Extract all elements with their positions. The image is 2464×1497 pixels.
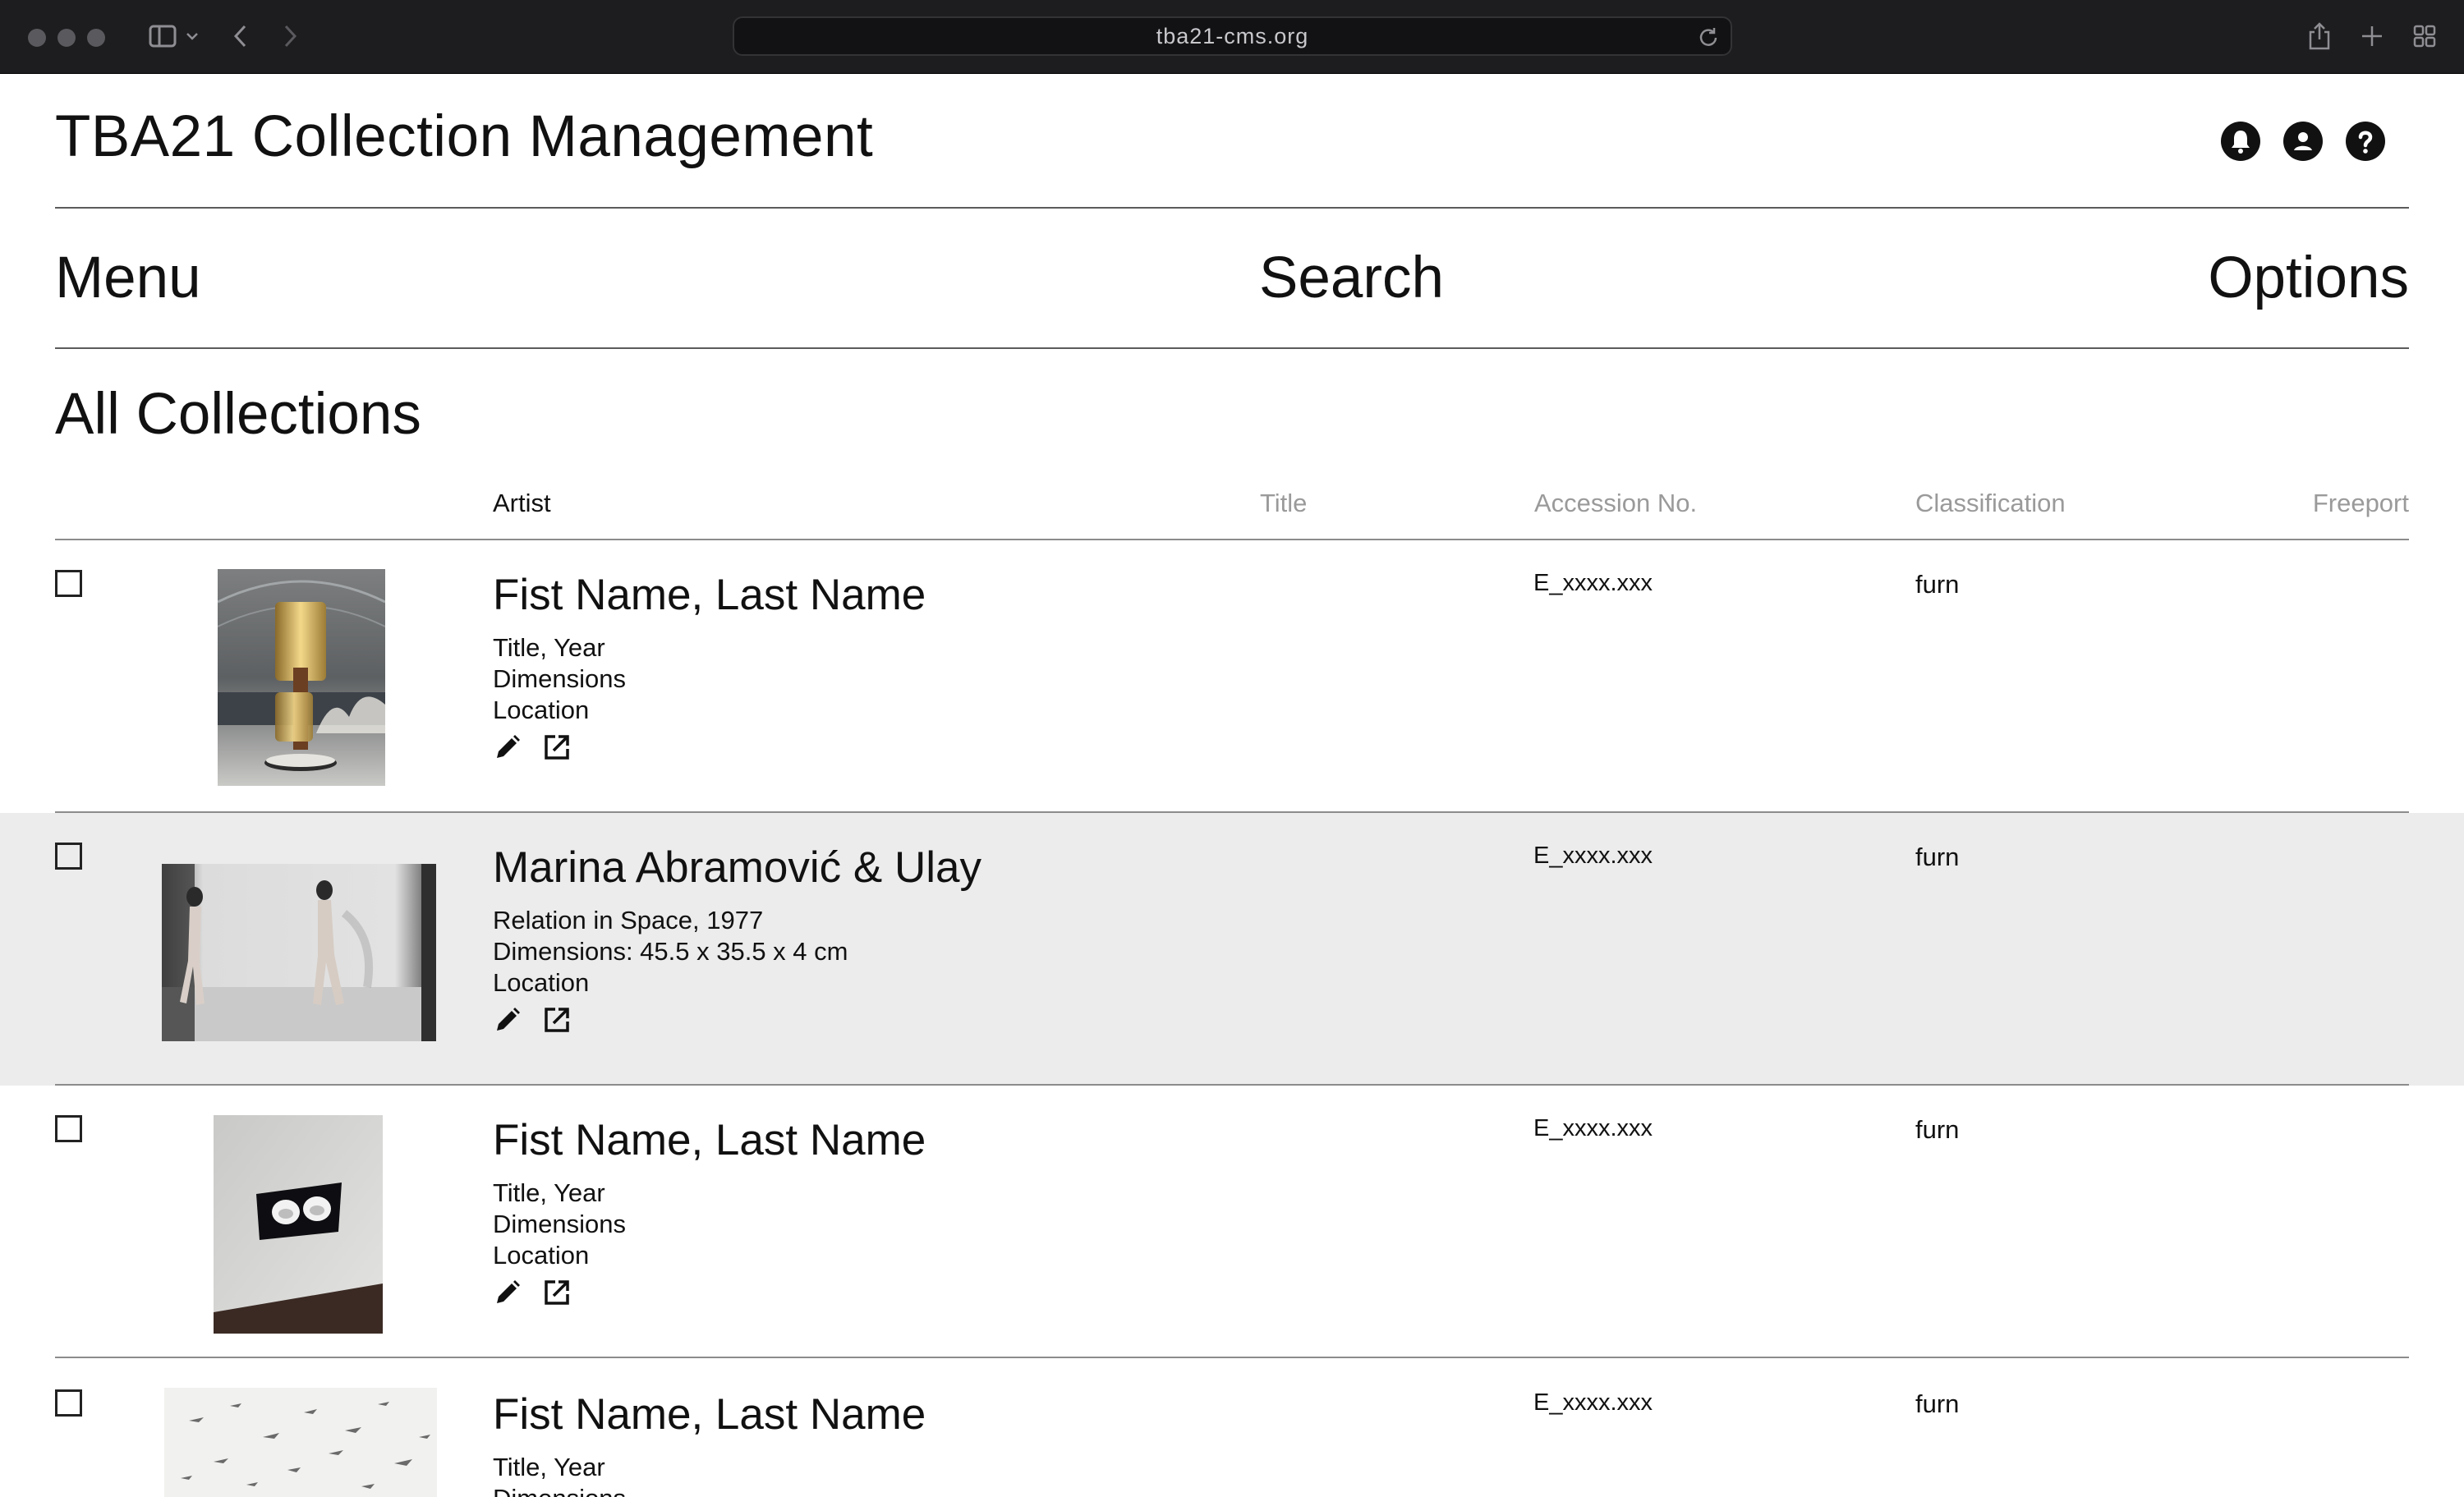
edit-icon[interactable] xyxy=(491,1003,524,1036)
artwork-location: Location xyxy=(493,696,590,724)
new-tab-icon[interactable] xyxy=(2357,20,2387,53)
menu-button[interactable]: Menu xyxy=(55,245,201,311)
window-controls[interactable] xyxy=(28,29,105,47)
row-actions xyxy=(491,731,573,764)
artist-name[interactable]: Fist Name, Last Name xyxy=(493,1115,926,1165)
tab-overview-icon[interactable] xyxy=(2410,20,2439,53)
artwork-details: Title, Year Dimensions xyxy=(493,1452,626,1497)
header-divider xyxy=(55,207,2409,209)
accession-number: E_xxxx.xxx xyxy=(1533,1389,1653,1416)
share-icon[interactable] xyxy=(2305,20,2334,53)
accession-number: E_xxxx.xxx xyxy=(1533,1115,1653,1141)
account-icon[interactable] xyxy=(2283,122,2323,161)
column-header-accession[interactable]: Accession No. xyxy=(1534,489,1697,518)
artwork-thumbnail[interactable] xyxy=(214,1115,383,1334)
help-icon[interactable] xyxy=(2346,122,2385,161)
artwork-dimensions: Dimensions xyxy=(493,1210,626,1238)
row-actions xyxy=(491,1276,573,1309)
artwork-details: Title, Year Dimensions Location xyxy=(493,632,626,726)
artwork-title-year: Relation in Space, 1977 xyxy=(493,906,764,934)
nav-divider xyxy=(55,347,2409,349)
open-external-icon[interactable] xyxy=(540,1003,573,1036)
bell-icon[interactable] xyxy=(2221,122,2260,161)
app-title: TBA21 Collection Management xyxy=(55,104,874,169)
search-button[interactable]: Search xyxy=(1259,245,1444,311)
table-row[interactable]: Marina Abramović & Ulay Relation in Spac… xyxy=(0,813,2464,1086)
edit-icon[interactable] xyxy=(491,731,524,764)
artist-name[interactable]: Marina Abramović & Ulay xyxy=(493,843,981,893)
row-checkbox[interactable] xyxy=(55,1389,82,1417)
forward-icon[interactable] xyxy=(278,20,302,53)
header-icons xyxy=(2221,122,2385,161)
artist-name[interactable]: Fist Name, Last Name xyxy=(493,570,926,620)
row-checkbox[interactable] xyxy=(55,570,82,597)
browser-toolbar: tba21-cms.org xyxy=(0,0,2464,74)
close-window-button[interactable] xyxy=(28,29,46,47)
artist-name[interactable]: Fist Name, Last Name xyxy=(493,1389,926,1440)
artwork-dimensions: Dimensions xyxy=(493,664,626,693)
artwork-title-year: Title, Year xyxy=(493,1178,605,1207)
address-bar[interactable]: tba21-cms.org xyxy=(733,16,1732,56)
back-icon[interactable] xyxy=(228,20,253,53)
classification: furn xyxy=(1915,570,1960,599)
zoom-window-button[interactable] xyxy=(87,29,105,47)
reload-icon[interactable] xyxy=(1698,26,1719,53)
classification: furn xyxy=(1915,1115,1960,1144)
artwork-thumbnail[interactable] xyxy=(218,569,385,786)
open-external-icon[interactable] xyxy=(540,1276,573,1309)
artwork-location: Location xyxy=(493,968,590,997)
classification: furn xyxy=(1915,843,1960,871)
artwork-details: Relation in Space, 1977 Dimensions: 45.5… xyxy=(493,905,848,999)
row-checkbox[interactable] xyxy=(55,843,82,870)
artwork-location: Location xyxy=(493,1241,590,1270)
column-header-artist[interactable]: Artist xyxy=(493,489,551,518)
row-divider xyxy=(55,1357,2409,1358)
row-actions xyxy=(491,1003,573,1036)
edit-icon[interactable] xyxy=(491,1276,524,1309)
artwork-title-year: Title, Year xyxy=(493,1453,605,1481)
artwork-dimensions: Dimensions xyxy=(493,1483,626,1497)
artwork-thumbnail[interactable] xyxy=(164,1388,437,1497)
accession-number: E_xxxx.xxx xyxy=(1533,843,1653,869)
classification: furn xyxy=(1915,1389,1960,1418)
chevron-down-icon[interactable] xyxy=(182,20,202,53)
column-header-freeport[interactable]: Freeport xyxy=(2313,489,2409,518)
column-header-title[interactable]: Title xyxy=(1260,489,1307,518)
minimize-window-button[interactable] xyxy=(57,29,76,47)
accession-number: E_xxxx.xxx xyxy=(1533,570,1653,596)
table-row[interactable]: Fist Name, Last Name Title, Year Dimensi… xyxy=(0,1086,2464,1358)
table-row[interactable]: Fist Name, Last Name Title, Year Dimensi… xyxy=(0,1360,2464,1497)
artwork-details: Title, Year Dimensions Location xyxy=(493,1178,626,1271)
address-url: tba21-cms.org xyxy=(1156,23,1309,48)
open-external-icon[interactable] xyxy=(540,731,573,764)
page-title: All Collections xyxy=(55,382,421,447)
artwork-title-year: Title, Year xyxy=(493,633,605,662)
artwork-dimensions: Dimensions: 45.5 x 35.5 x 4 cm xyxy=(493,937,848,966)
column-header-classification[interactable]: Classification xyxy=(1915,489,2066,518)
sidebar-toggle-icon[interactable] xyxy=(138,20,187,53)
artwork-thumbnail[interactable] xyxy=(162,864,436,1041)
table-row[interactable]: Fist Name, Last Name Title, Year Dimensi… xyxy=(0,540,2464,813)
options-button[interactable]: Options xyxy=(2208,245,2409,311)
row-checkbox[interactable] xyxy=(55,1115,82,1142)
